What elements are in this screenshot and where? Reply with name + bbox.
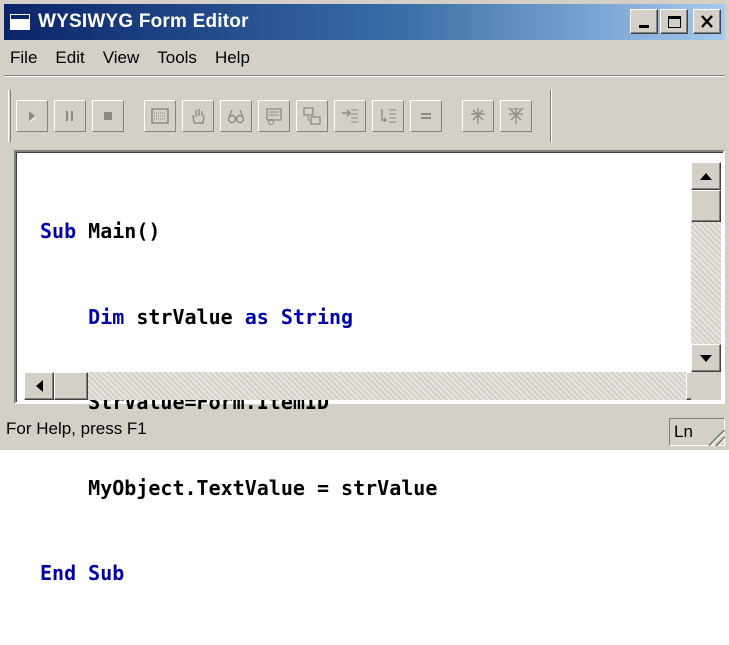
call-stack-icon (303, 107, 321, 125)
horizontal-scroll-thumb[interactable] (54, 372, 88, 400)
scroll-down-button[interactable] (691, 344, 721, 372)
editor-window: WYSIWYG Form Editor File Edit View Tools… (0, 0, 729, 585)
toolbar-separator (4, 75, 725, 77)
code-text: Main() (76, 219, 161, 243)
maximize-button[interactable] (660, 9, 688, 34)
toolbar-grip[interactable] (8, 90, 11, 142)
scrollbar-corner (691, 372, 721, 400)
minimize-button[interactable] (630, 9, 658, 34)
menu-tools[interactable]: Tools (148, 48, 206, 68)
resize-grip-icon[interactable] (709, 430, 725, 446)
call-stack-button[interactable] (296, 100, 328, 132)
form-design-button[interactable] (144, 100, 176, 132)
code-area[interactable]: Sub Main() Dim strValue as String StrVal… (40, 160, 687, 645)
minimize-icon (639, 25, 649, 28)
hand-tool-button[interactable] (182, 100, 214, 132)
arrow-up-icon (700, 172, 712, 180)
code-line[interactable]: Dim strValue as String (40, 303, 687, 332)
play-icon (29, 111, 37, 123)
step-into-button[interactable] (334, 100, 366, 132)
code-text: MyObject.TextValue = strValue (88, 475, 438, 500)
menu-help[interactable]: Help (206, 48, 259, 68)
watch-icon (266, 108, 282, 125)
hand-icon (192, 109, 205, 124)
menu-edit[interactable]: Edit (46, 48, 93, 68)
toggle-breakpoint-button[interactable] (462, 100, 494, 132)
code-editor[interactable]: Sub Main() Dim strValue as String StrVal… (14, 150, 725, 585)
code-text: strValue (124, 304, 245, 329)
scroll-left-button[interactable] (24, 372, 54, 400)
menu-view[interactable]: View (94, 48, 149, 68)
step-over-icon (381, 109, 396, 123)
form-icon (151, 108, 169, 124)
clear-breakpoints-icon (508, 108, 524, 124)
code-line[interactable]: End Sub (40, 559, 687, 588)
arrow-down-icon (700, 354, 712, 362)
vertical-scroll-thumb[interactable] (691, 190, 721, 222)
glasses-icon (227, 109, 245, 124)
close-icon (701, 15, 713, 28)
toolbar (8, 82, 728, 150)
maximize-icon (667, 15, 681, 28)
evaluate-button[interactable] (410, 100, 442, 132)
pause-icon (66, 111, 73, 121)
quick-watch-button[interactable] (220, 100, 252, 132)
horizontal-scrollbar[interactable] (24, 372, 716, 400)
close-button[interactable] (693, 9, 721, 34)
title-bar[interactable]: WYSIWYG Form Editor (4, 4, 725, 40)
watch-button[interactable] (258, 100, 290, 132)
run-button[interactable] (16, 100, 48, 132)
step-over-button[interactable] (372, 100, 404, 132)
clear-breakpoints-button[interactable] (500, 100, 532, 132)
keyword: Sub (40, 219, 77, 243)
vertical-scrollbar[interactable] (691, 162, 721, 372)
code-line[interactable]: MyObject.TextValue = strValue (40, 474, 687, 503)
pause-button[interactable] (54, 100, 86, 132)
status-bar: For Help, press F1 Ln (0, 410, 729, 450)
app-window-icon[interactable] (10, 14, 30, 30)
scroll-up-button[interactable] (691, 162, 721, 190)
breakpoint-icon (471, 108, 485, 124)
keyword: as String (244, 304, 354, 329)
menu-bar: File Edit View Tools Help (4, 44, 725, 72)
equals-icon (421, 113, 431, 119)
stop-icon (104, 112, 112, 120)
stop-button[interactable] (92, 100, 124, 132)
window-title: WYSIWYG Form Editor (38, 11, 249, 32)
step-into-icon (342, 109, 358, 123)
toolbar-end-separator (550, 90, 552, 142)
status-help-text: For Help, press F1 (6, 419, 147, 438)
keyword: End Sub (40, 561, 125, 585)
title-bar-buttons (630, 9, 721, 34)
keyword: Dim (88, 304, 125, 329)
menu-file[interactable]: File (4, 48, 46, 68)
arrow-left-icon (35, 380, 43, 392)
code-line[interactable]: Sub Main() (40, 217, 687, 246)
